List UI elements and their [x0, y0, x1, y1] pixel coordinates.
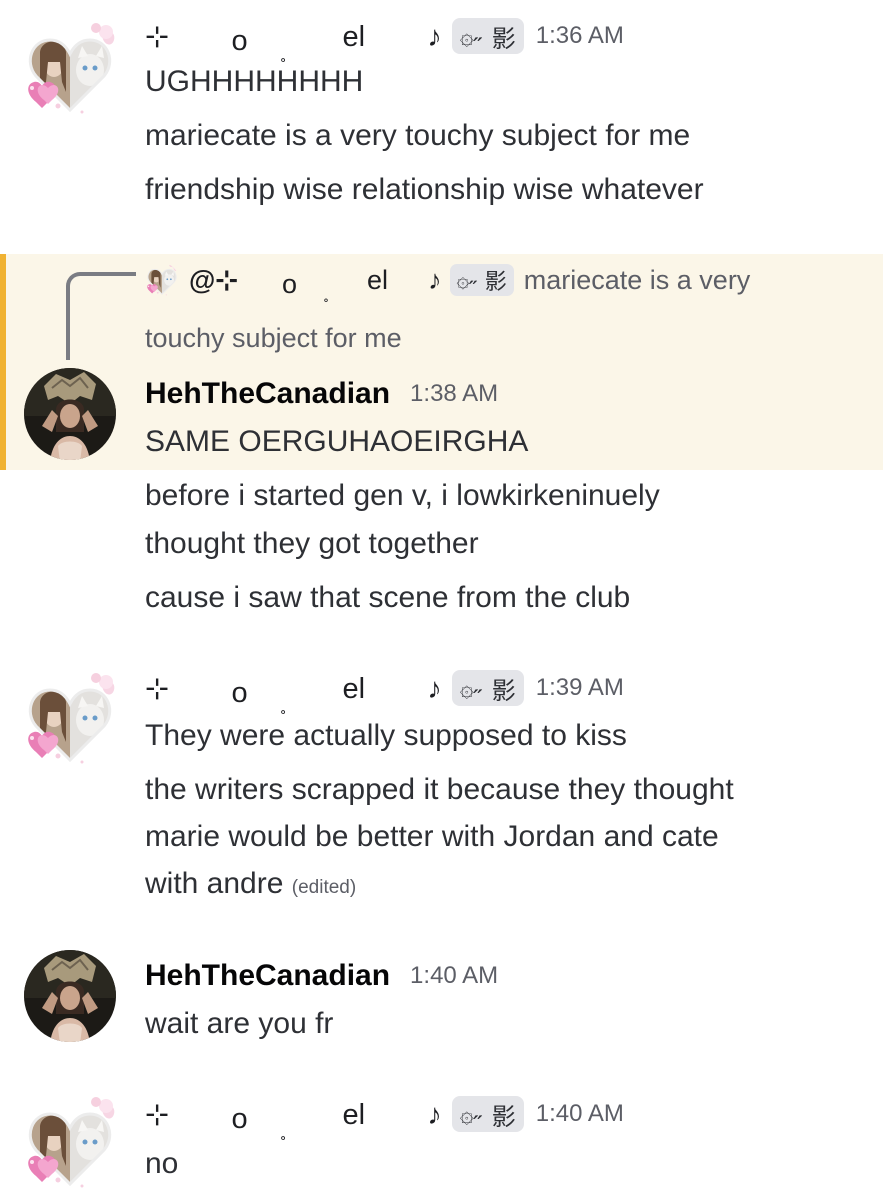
message-text: They were actually supposed to kiss [145, 719, 627, 752]
server-tag-text: 影 [491, 677, 516, 705]
server-tag-badge[interactable]: ۞˶ 影 [451, 18, 524, 54]
username[interactable]: ⊹ o ˳ el ♪ [145, 19, 442, 63]
username-part: ♪ [427, 20, 442, 53]
message-header: HehTheCanadian 1:40 AM [145, 956, 498, 996]
reply-username: @⊹ [189, 264, 238, 295]
edited-label: (edited) [291, 877, 357, 898]
username[interactable]: ⊹ o ˳ el ♪ [145, 1097, 442, 1141]
username-part: ⊹ [145, 1098, 170, 1131]
message-text: friendship wise relationship wise whatev… [145, 173, 704, 206]
message-header: ⊹ o ˳ el ♪ ۞˶ 影 1:40 AM [145, 1094, 624, 1141]
reply-preview: mariecate is a very [523, 264, 751, 295]
flower-icon: ۞˶ [456, 267, 477, 292]
username-part: el [342, 20, 366, 53]
message-text: before i started gen v, i lowkirkeninuel… [145, 479, 660, 512]
server-tag-badge[interactable]: ۞˶ 影 [451, 1096, 524, 1132]
reply-spine [66, 272, 136, 360]
message-text: SAME OERGUHAOEIRGHA [145, 425, 529, 458]
username-part: el [366, 264, 388, 295]
username-part: ♪ [427, 1098, 442, 1131]
timestamp[interactable]: 1:36 AM [536, 22, 624, 50]
username[interactable]: HehTheCanadian [145, 377, 390, 411]
timestamp[interactable]: 1:39 AM [536, 674, 624, 702]
username-part: ♪ [427, 672, 442, 705]
server-tag-text: 影 [484, 269, 507, 294]
username[interactable]: ⊹ o ˳ el ♪ [145, 671, 442, 715]
server-tag-text: 影 [491, 25, 516, 53]
username-part: o [231, 1102, 248, 1135]
message-text: the writers scrapped it because they tho… [145, 773, 734, 806]
username-part: ˳ [279, 1118, 287, 1141]
reply-avatar [145, 263, 179, 297]
username-part: ⊹ [145, 20, 170, 53]
message-header: ⊹ o ˳ el ♪ ۞˶ 影 1:36 AM [145, 16, 624, 63]
avatar[interactable] [22, 1096, 118, 1192]
message-header: HehTheCanadian 1:38 AM [145, 374, 498, 414]
reply-reference[interactable]: @⊹ o ˳ el ♪ ۞˶ 影 mariecate is a very [145, 258, 750, 302]
username-part: o [231, 676, 248, 709]
flower-icon: ۞˶ [459, 1100, 482, 1128]
server-tag-text: 影 [491, 1103, 516, 1131]
username-part: o [281, 268, 297, 299]
username-part: el [342, 1098, 366, 1131]
avatar[interactable] [22, 948, 118, 1044]
avatar[interactable] [22, 22, 118, 118]
avatar[interactable] [22, 672, 118, 768]
username[interactable]: HehTheCanadian [145, 959, 390, 993]
flower-icon: ۞˶ [459, 674, 482, 702]
reply-preview[interactable]: touchy subject for me [145, 316, 402, 360]
username-part: o [231, 24, 248, 57]
message-text: wait are you fr [145, 1007, 334, 1040]
server-tag-badge: ۞˶ 影 [449, 264, 514, 296]
message-text: marie would be better with Jordan and ca… [145, 820, 719, 853]
avatar[interactable] [22, 366, 118, 462]
message-text: UGHHHHHHHH [145, 65, 364, 98]
timestamp[interactable]: 1:40 AM [536, 1100, 624, 1128]
message-text: no [145, 1147, 179, 1180]
message-text-content: with andre [145, 867, 284, 900]
timestamp[interactable]: 1:38 AM [410, 380, 498, 408]
username-part: el [342, 672, 366, 705]
server-tag-badge[interactable]: ۞˶ 影 [451, 670, 524, 706]
message-text: mariecate is a very touchy subject for m… [145, 119, 691, 152]
username-part: ⊹ [145, 672, 170, 705]
mention-highlight-bar [0, 254, 6, 470]
message-text: with andre (edited) [145, 860, 356, 912]
timestamp[interactable]: 1:40 AM [410, 962, 498, 990]
message-text: cause i saw that scene from the club [145, 581, 631, 614]
message-header: ⊹ o ˳ el ♪ ۞˶ 影 1:39 AM [145, 668, 624, 715]
username-part: ˳ [322, 281, 329, 302]
flower-icon: ۞˶ [459, 22, 482, 50]
username-part: ♪ [428, 264, 442, 295]
message-text: thought they got together [145, 527, 479, 560]
